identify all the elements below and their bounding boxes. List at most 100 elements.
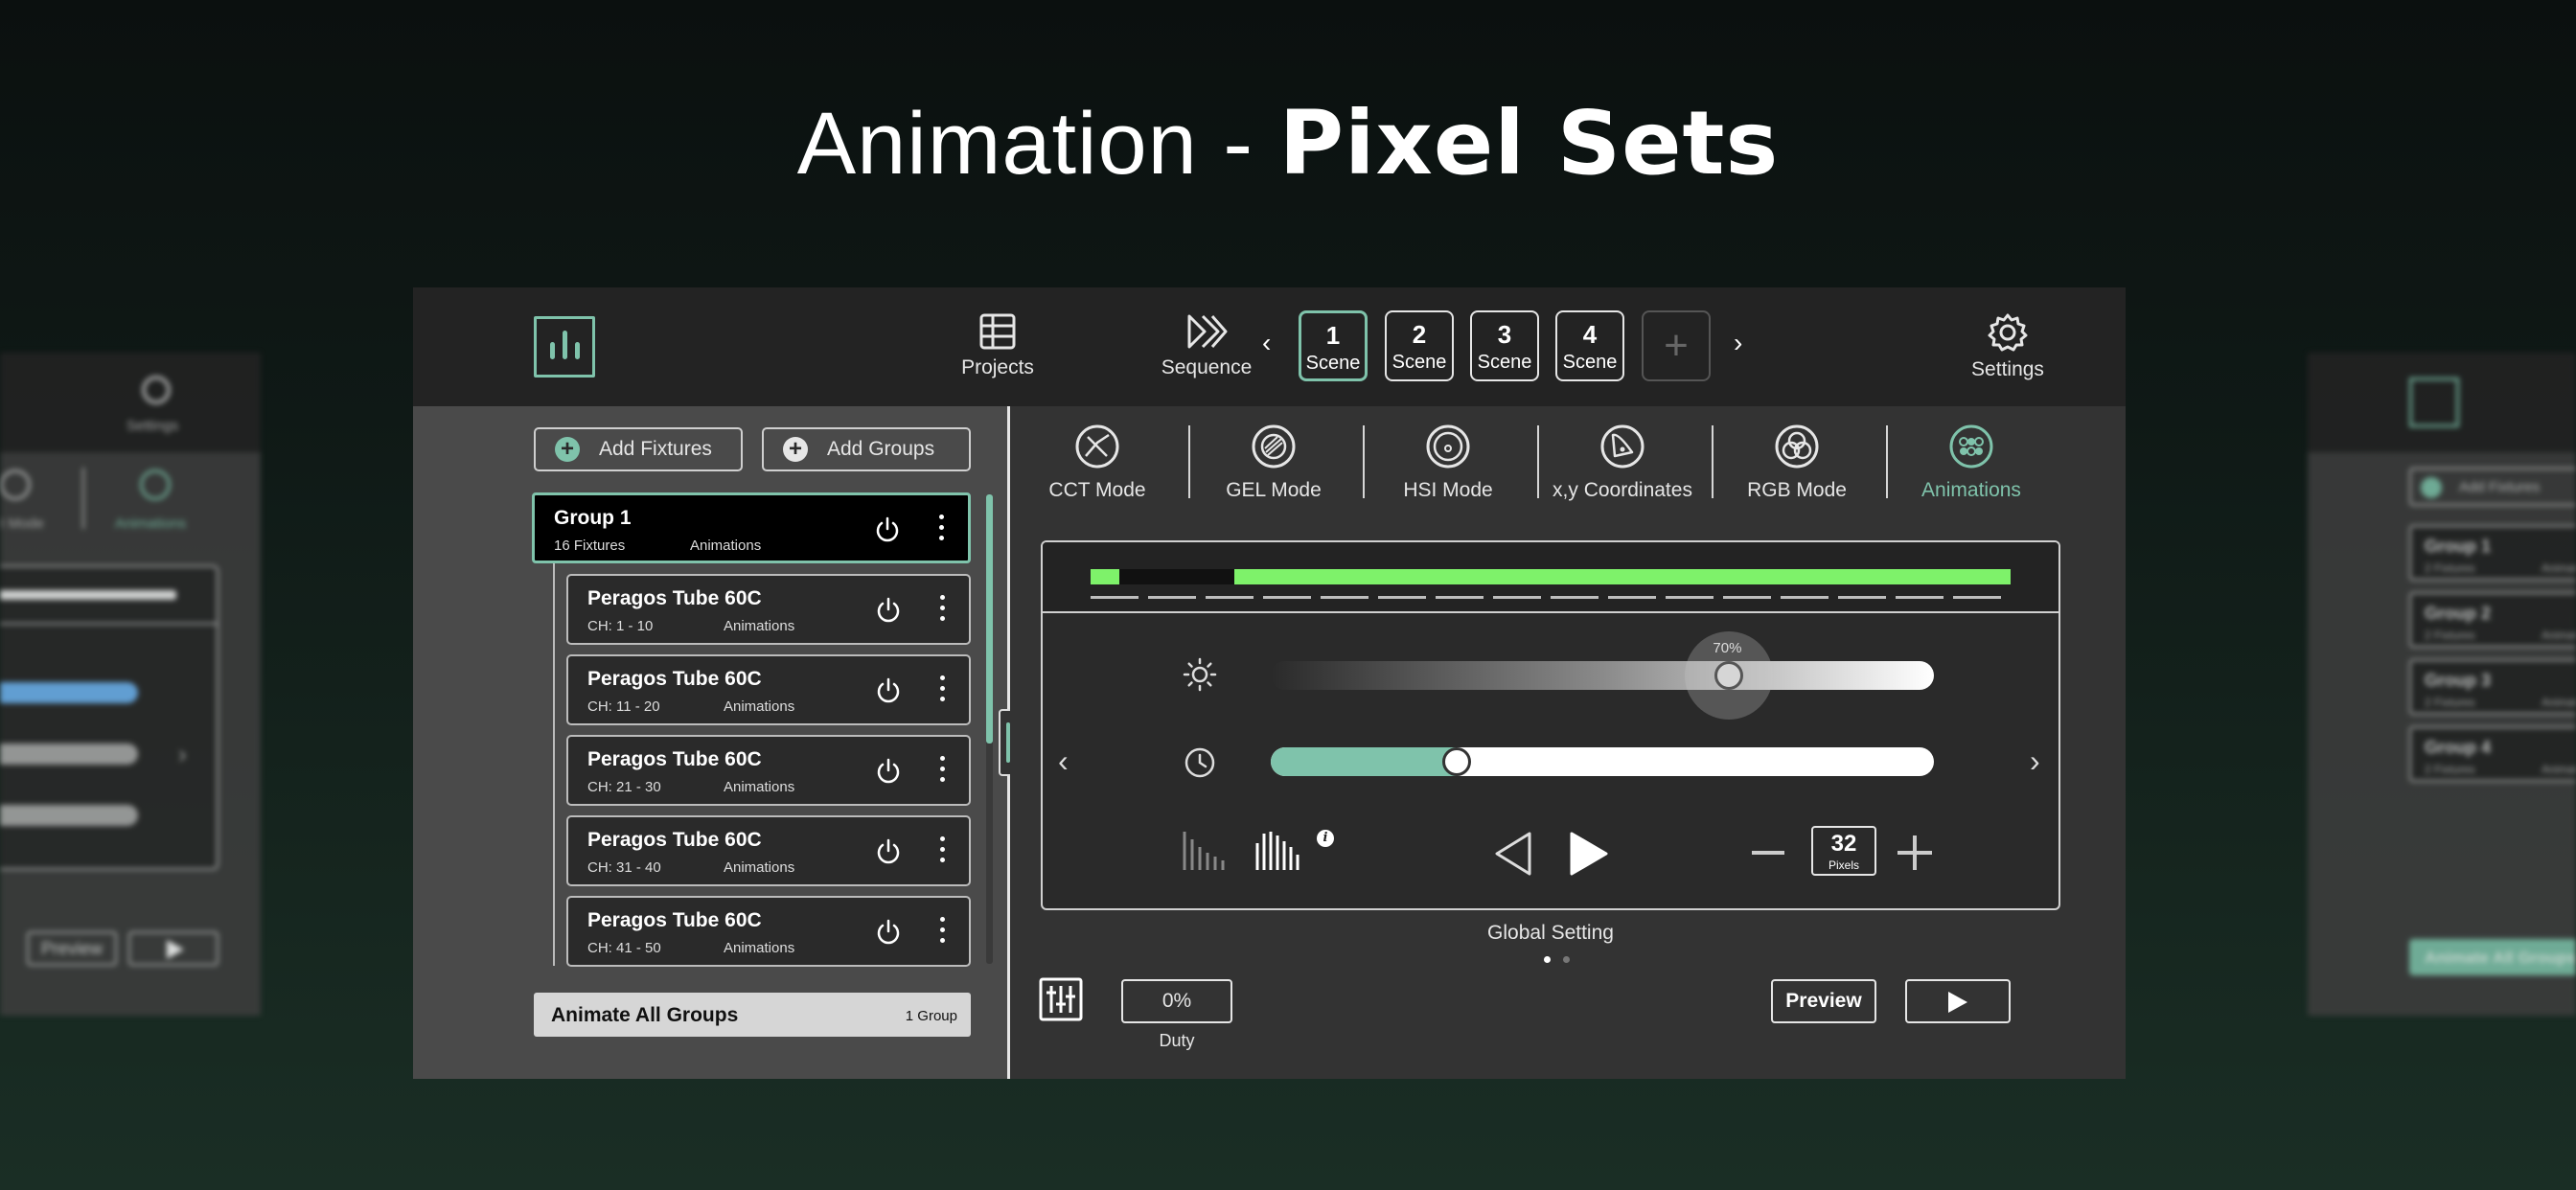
add-fixtures-label: Add Fixtures [599, 438, 712, 460]
mode-control-pane: CCT Mode GEL Mode HSI Mode x,y Coordinat… [1010, 406, 2126, 1079]
power-icon[interactable] [875, 919, 902, 946]
sequence-button[interactable]: Sequence [1151, 312, 1262, 379]
clock-icon [1184, 747, 1215, 778]
fixture-card[interactable]: Peragos Tube 60C CH: 1 - 10 Animations [566, 574, 971, 645]
mode-label: CCT Mode [1048, 479, 1146, 501]
scene-number: 3 [1497, 320, 1512, 349]
animate-all-groups-button[interactable]: Animate All Groups 1 Group [534, 993, 971, 1037]
sequence-label: Sequence [1161, 356, 1253, 378]
projects-button[interactable]: Projects [950, 312, 1046, 379]
info-icon[interactable]: i [1317, 830, 1334, 847]
brightness-slider[interactable] [1271, 661, 1934, 690]
pixel-segment-on [1234, 569, 2011, 584]
panel-prev-chevron-icon[interactable]: ‹ [1058, 744, 1069, 779]
mode-label: Animations [1921, 479, 2021, 501]
rgb-mode-icon [0, 469, 31, 500]
side-animations-label: Animations [115, 515, 187, 532]
fixture-mode: Animations [724, 779, 795, 795]
pixels-increment-button[interactable] [1898, 835, 1932, 870]
pixel-ticks [1091, 596, 2011, 599]
side-sep [82, 468, 84, 529]
scene-number: 1 [1325, 321, 1341, 350]
rgb-mode-tab[interactable]: RGB Mode [1710, 423, 1884, 502]
scene-button-1[interactable]: 1 Scene [1299, 310, 1368, 381]
animate-all-count: 1 Group [905, 1008, 957, 1024]
scene-number: 2 [1412, 320, 1427, 349]
logo-icon[interactable] [534, 316, 595, 378]
hsi-mode-tab[interactable]: HSI Mode [1361, 423, 1535, 502]
add-groups-button[interactable]: + Add Groups [762, 427, 971, 471]
more-options-icon[interactable] [939, 515, 945, 546]
page-dot[interactable] [1563, 956, 1570, 963]
page-title: Animation - Pixel Sets [0, 100, 2576, 189]
panel-next-chevron-icon[interactable]: › [2030, 744, 2040, 779]
add-fixtures-button[interactable]: + Add Fixtures [534, 427, 743, 471]
side-topbar [0, 353, 261, 452]
scene-next-chevron-icon[interactable]: › [1734, 330, 1742, 356]
cct-mode-icon [1075, 424, 1119, 469]
pixels-counter[interactable]: 32 Pixels [1811, 826, 1876, 876]
power-icon[interactable] [875, 758, 902, 785]
scene-label: Scene [1562, 352, 1618, 373]
fixture-title: Peragos Tube 60C [587, 829, 762, 851]
fixture-mode: Animations [724, 698, 795, 715]
duty-field[interactable]: 0% [1121, 979, 1232, 1023]
settings-label: Settings [1971, 358, 2044, 380]
power-icon[interactable] [875, 838, 902, 865]
plus-circle-icon: + [783, 437, 808, 462]
scene-prev-chevron-icon[interactable]: ‹ [1262, 330, 1271, 356]
more-options-icon[interactable] [940, 595, 946, 627]
fixture-channels: CH: 1 - 10 [587, 618, 654, 634]
bars-sparse-icon[interactable] [1181, 828, 1227, 874]
more-options-icon[interactable] [940, 675, 946, 707]
fixture-card[interactable]: Peragos Tube 60C CH: 41 - 50 Animations [566, 896, 971, 967]
page-dot-active[interactable] [1544, 956, 1551, 963]
side-play-button [128, 931, 218, 966]
play-reverse-icon[interactable] [1491, 830, 1533, 878]
scene-button-4[interactable]: 4 Scene [1555, 310, 1624, 381]
play-forward-icon[interactable] [1568, 830, 1610, 878]
add-scene-button[interactable]: + [1642, 310, 1711, 381]
scene-label: Scene [1392, 352, 1447, 373]
xy-coordinates-tab[interactable]: x,y Coordinates [1535, 423, 1710, 502]
preview-button[interactable]: Preview [1771, 979, 1876, 1023]
scene-button-3[interactable]: 3 Scene [1470, 310, 1539, 381]
settings-button[interactable]: Settings [1956, 312, 2059, 381]
fixture-channels: CH: 41 - 50 [587, 940, 661, 956]
side-preview-button: Preview [27, 931, 117, 966]
pixels-decrement-button[interactable] [1752, 851, 1784, 855]
fixture-mode: Animations [724, 940, 795, 956]
mode-label: RGB Mode [1747, 479, 1847, 501]
play-button[interactable] [1905, 979, 2011, 1023]
fixture-card[interactable]: Peragos Tube 60C CH: 31 - 40 Animations [566, 815, 971, 886]
fixture-list-scrollbar[interactable] [986, 494, 993, 964]
fast-forward-icon [1187, 314, 1228, 349]
xy-coordinates-icon [1600, 424, 1644, 469]
more-options-icon[interactable] [940, 917, 946, 949]
group-mode: Animations [690, 538, 762, 554]
animations-tab[interactable]: Animations [1884, 423, 2058, 502]
speed-knob[interactable] [1441, 747, 1471, 776]
mode-label: GEL Mode [1226, 479, 1322, 501]
bars-dense-icon[interactable] [1254, 828, 1303, 874]
more-options-icon[interactable] [940, 836, 946, 868]
fixture-title: Peragos Tube 60C [587, 668, 762, 690]
fixture-channels: CH: 11 - 20 [587, 698, 660, 715]
scene-button-2[interactable]: 2 Scene [1385, 310, 1454, 381]
power-icon[interactable] [874, 516, 901, 543]
more-options-icon[interactable] [940, 756, 946, 788]
settings-icon [142, 376, 171, 404]
mixer-sliders-icon[interactable] [1039, 977, 1083, 1021]
side-group-2: Group 2 2 Fixtures Animati [2409, 592, 2576, 648]
power-icon[interactable] [875, 597, 902, 624]
side-mode-label: I Mode [0, 515, 44, 532]
fixture-card[interactable]: Peragos Tube 60C CH: 11 - 20 Animations [566, 654, 971, 725]
fixture-channels: CH: 21 - 30 [587, 779, 661, 795]
power-icon[interactable] [875, 677, 902, 704]
fixture-card[interactable]: Peragos Tube 60C CH: 21 - 30 Animations [566, 735, 971, 806]
gel-mode-tab[interactable]: GEL Mode [1186, 423, 1361, 502]
fixture-title: Peragos Tube 60C [587, 748, 762, 770]
group-card[interactable]: Group 1 16 Fixtures Animations [532, 492, 971, 563]
rgb-mode-icon [1775, 424, 1819, 469]
cct-mode-tab[interactable]: CCT Mode [1010, 423, 1184, 502]
